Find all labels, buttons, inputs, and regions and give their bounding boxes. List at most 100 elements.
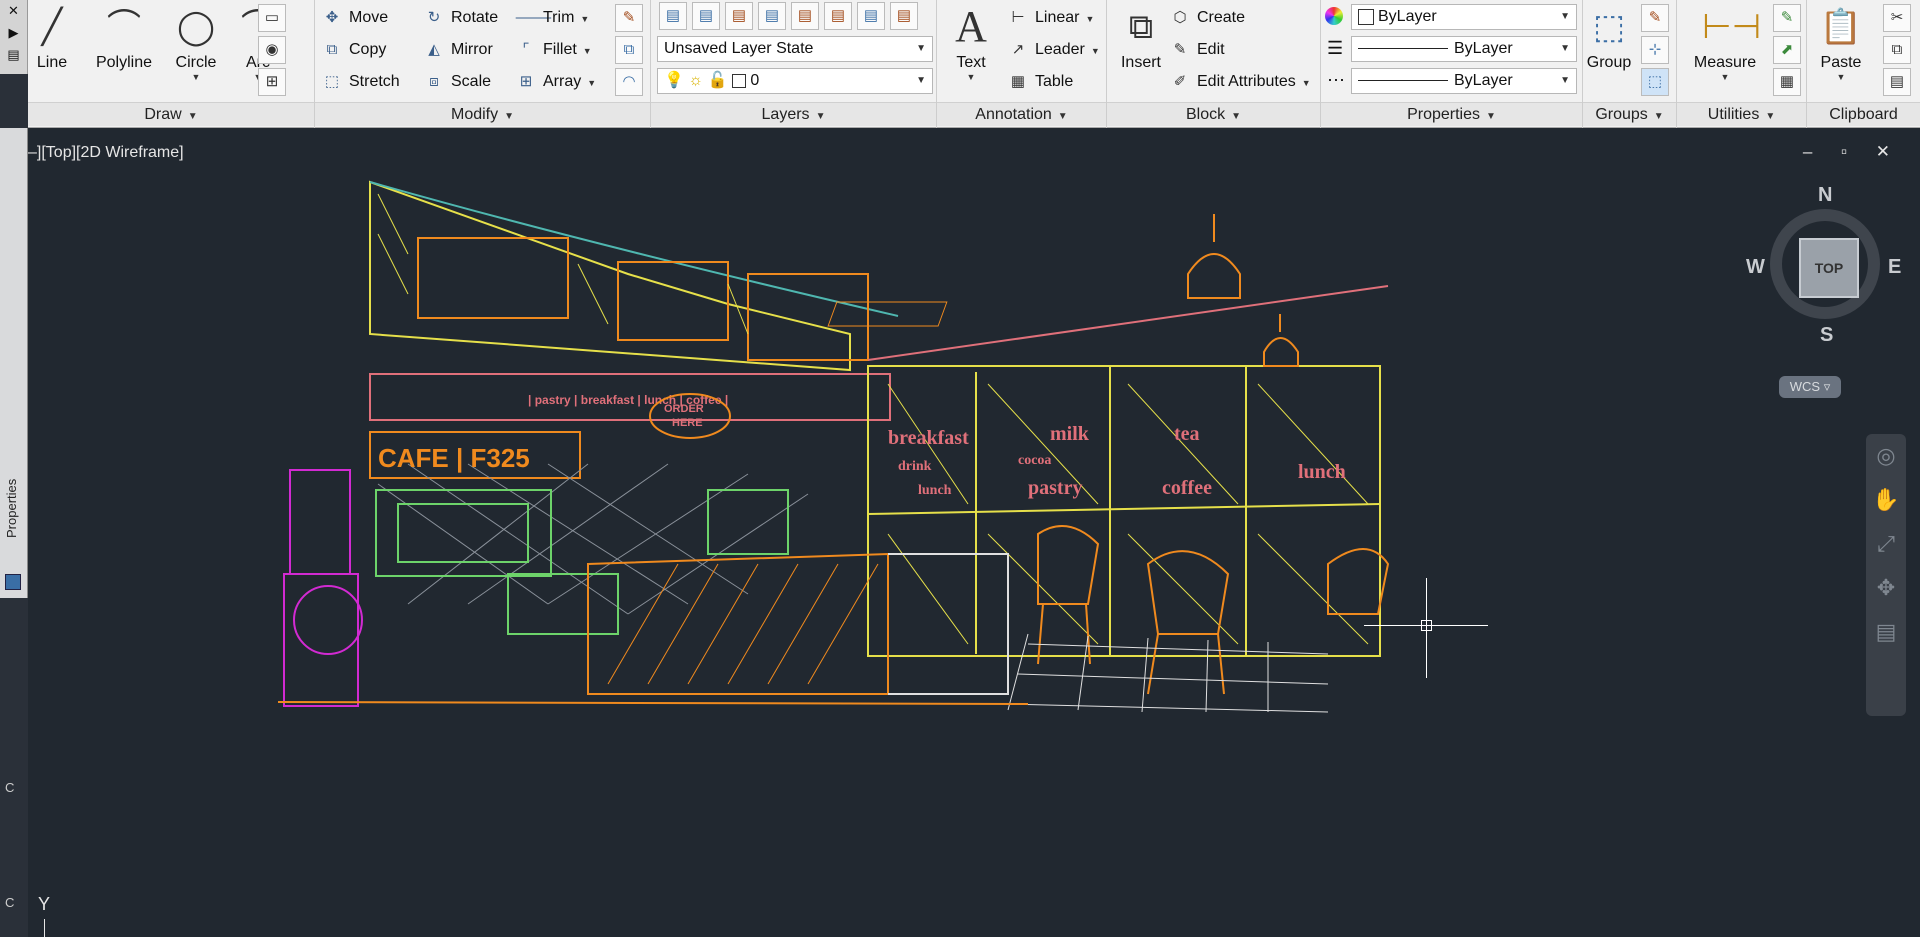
array-button[interactable]: ⊞ Array ▼ [515,68,596,96]
clipboard-panel-title[interactable]: Clipboard [1807,102,1920,126]
lock-icon: 🔓 [707,72,728,89]
table-button[interactable]: ▦ Table [1007,68,1073,96]
mirror-icon: ◭ [428,41,440,58]
create-block-icon: ⬡ [1173,9,1187,26]
showmotion-icon[interactable]: ▤ [1866,610,1906,654]
circle-button[interactable]: ◯ Circle ▼ [164,4,228,94]
properties-icon[interactable] [5,574,21,590]
trim-button[interactable]: ⸻Trim ▼ [515,4,589,32]
wcs-menu[interactable]: WCS ▿ [1779,376,1841,398]
chevron-down-icon: ▼ [1560,75,1570,86]
orbit-icon[interactable]: ✥ [1866,566,1906,610]
insert-button[interactable]: ⧉ Insert [1109,4,1173,94]
layer-walk-icon[interactable]: ▤ [890,2,918,30]
select-all-icon[interactable]: ⬈ [1773,36,1801,64]
layer-off-icon[interactable]: ▤ [725,2,753,30]
erase-icon[interactable]: ✎ [615,4,643,32]
window-word: pastry [1028,477,1082,499]
layers-panel-title[interactable]: Layers ▼ [651,102,936,126]
utilities-panel-title[interactable]: Utilities ▼ [1677,102,1806,126]
create-block-button[interactable]: ⬡ Create [1169,4,1245,32]
mirror-button[interactable]: ◭ Mirror [423,36,493,64]
drawing-viewport[interactable]: –][Top][2D Wireframe] – ▫ ✕ CAFE | F325 … [28,134,1920,937]
linetype-dropdown[interactable]: ByLayer ▼ [1351,68,1577,94]
draw-panel: ╱ Line ⌒ Polyline ◯ Circle ▼ ⌒ Arc ▼ ▭ ◉… [28,0,315,128]
steering-wheel-icon[interactable]: ◎ [1866,434,1906,478]
paste-button[interactable]: 📋 Paste ▼ [1809,4,1873,94]
viewcube-top-face[interactable]: TOP [1799,238,1859,298]
trim-icon: ⸻ [515,9,552,26]
compass-south[interactable]: S [1820,324,1833,347]
move-button[interactable]: ✥ Move [321,4,388,32]
hatch-icon[interactable]: ◉ [258,36,286,64]
leader-icon: ↗ [1011,41,1025,58]
edit-attributes-button[interactable]: ✐ Edit Attributes ▼ [1169,68,1311,96]
group-button[interactable]: ⬚ Group [1581,4,1637,94]
chevron-down-icon[interactable]: ▼ [164,72,228,82]
linear-button[interactable]: ⊢ Linear ▼ [1007,4,1094,32]
color-dropdown[interactable]: ByLayer ▼ [1351,4,1577,30]
modify-panel-title[interactable]: Modify ▼ [315,102,650,126]
zoom-extents-icon[interactable]: ⤢ [1866,522,1906,566]
counter-hatch [607,563,879,685]
block-panel-title[interactable]: Block ▼ [1107,102,1320,126]
copy-clip-icon[interactable]: ⧉ [1883,36,1911,64]
layer-isolate-icon[interactable]: ▤ [758,2,786,30]
text-button[interactable]: A Text ▼ [939,4,1003,94]
explode-icon[interactable]: ⧉ [615,36,643,64]
layer-dropdown[interactable]: 💡 ☼ 🔓 0 ▼ [657,68,933,94]
match-properties-icon[interactable]: ▤ [1883,68,1911,96]
edit-block-icon: ✎ [1173,41,1187,58]
annotation-panel: A Text ▼ ⊢ Linear ▼ ↗ Leader ▼ ▦ Table Annota… [937,0,1107,128]
cash-register [707,489,789,555]
properties-panel-title[interactable]: Properties ▼ [1321,102,1582,126]
draw-panel-title[interactable]: Draw ▼ [28,102,314,126]
layer-state-dropdown[interactable]: Unsaved Layer State ▼ [657,36,933,62]
crosshair-pickbox [1421,620,1432,631]
offset-icon[interactable]: ◠ [615,68,643,96]
layer-lock-icon[interactable]: ▤ [824,2,852,30]
group-edit-icon[interactable]: ⊹ [1641,36,1669,64]
layer-match-icon[interactable]: ▤ [857,2,885,30]
ucs-y-label: Y [38,894,51,914]
line-button[interactable]: ╱ Line [20,4,84,94]
rectangle-icon[interactable]: ▭ [258,4,286,32]
annotation-panel-title[interactable]: Annotation ▼ [937,102,1106,126]
copy-button[interactable]: ⧉ Copy [321,36,387,64]
compass-west[interactable]: W [1746,256,1765,279]
pan-icon[interactable]: ✋ [1866,478,1906,522]
layer-states-icon[interactable]: ▤ [692,2,720,30]
properties-palette-tab[interactable]: Properties [0,128,28,598]
group-select-icon[interactable]: ⬚ [1641,68,1669,96]
chevron-down-icon: ▼ [916,43,926,54]
color-wheel-icon[interactable] [1325,2,1349,30]
block-panel: ⧉ Insert ⬡ Create ✎ Edit ✐ Edit Attributes ▼… [1107,0,1321,128]
rotate-button[interactable]: ↻ Rotate [423,4,498,32]
stretch-button[interactable]: ⬚ Stretch [321,68,400,96]
lineweight-dropdown[interactable]: ByLayer ▼ [1351,36,1577,62]
layer-freeze-icon[interactable]: ▤ [791,2,819,30]
order-bubble-text-2: HERE [672,417,703,429]
table-icon: ▦ [1010,73,1026,90]
groups-panel-title[interactable]: Groups ▼ [1583,102,1676,126]
leader-button[interactable]: ↗ Leader ▼ [1007,36,1100,64]
viewcube[interactable]: TOP N S E W [1738,184,1908,354]
layer-properties-icon[interactable]: ▤ [659,2,687,30]
ungroup-icon[interactable]: ✎ [1641,4,1669,32]
polyline-button[interactable]: ⌒ Polyline [84,4,164,94]
compass-east[interactable]: E [1888,256,1901,279]
edit-block-button[interactable]: ✎ Edit [1169,36,1225,64]
ribbon: ╱ Line ⌒ Polyline ◯ Circle ▼ ⌒ Arc ▼ ▭ ◉… [28,0,1920,128]
sun-icon: ☼ [688,72,704,89]
quick-select-icon[interactable]: ✎ [1773,4,1801,32]
fillet-button[interactable]: ⌜ Fillet ▼ [515,36,591,64]
cut-icon[interactable]: ✂ [1883,4,1911,32]
scale-button[interactable]: ⧈ Scale [423,68,491,96]
window-word: coffee [1162,477,1212,499]
region-icon[interactable]: ⊞ [258,68,286,96]
chevron-down-icon: ▼ [1560,11,1570,22]
compass-north[interactable]: N [1818,184,1832,207]
calculator-icon[interactable]: ▦ [1773,68,1801,96]
measure-button[interactable]: ⊢⊣ Measure ▼ [1685,4,1765,94]
window-word: drink [898,459,932,474]
